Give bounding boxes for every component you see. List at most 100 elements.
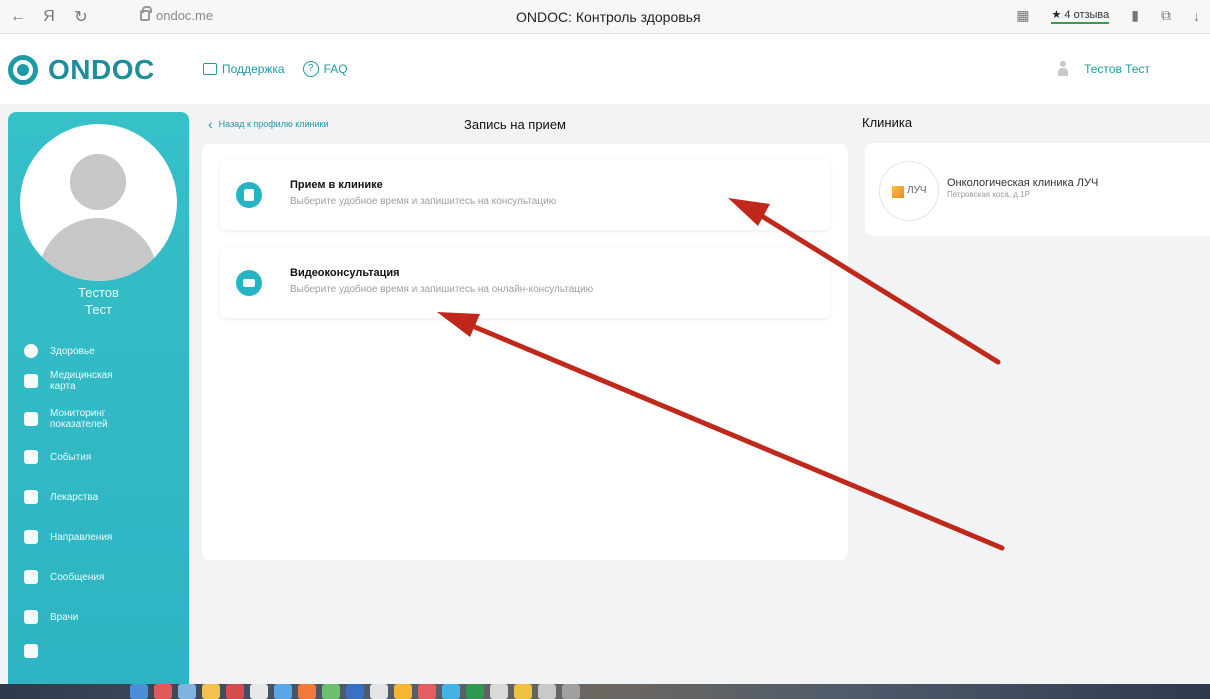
tab-title: ONDOC: Контроль здоровья bbox=[516, 9, 701, 25]
page-title: Запись на прием bbox=[464, 117, 566, 132]
reviews-badge[interactable]: ★ 4 отзыва bbox=[1051, 8, 1110, 24]
sidebar-item-referrals[interactable]: Направления bbox=[24, 530, 174, 544]
profile-first-name: Тестов bbox=[78, 285, 119, 300]
dock-app-icon[interactable] bbox=[514, 684, 532, 699]
browser-toolbar: ← Я ↻ ondoc.me ONDOC: Контроль здоровья … bbox=[0, 0, 1210, 34]
support-link[interactable]: Поддержка bbox=[203, 61, 285, 77]
yandex-icon[interactable]: Я bbox=[42, 8, 56, 26]
dock-app-icon[interactable] bbox=[298, 684, 316, 699]
macos-dock bbox=[0, 684, 1210, 699]
download-icon[interactable]: ↓ bbox=[1193, 8, 1200, 24]
reviews-label: 4 отзыва bbox=[1064, 8, 1110, 21]
dock-app-icon[interactable] bbox=[370, 684, 388, 699]
option-video-consultation[interactable]: Видеоконсультация Выберите удобное время… bbox=[220, 248, 830, 318]
avatar-head-shape bbox=[70, 154, 126, 210]
dock-app-icon[interactable] bbox=[274, 684, 292, 699]
avatar-body-shape bbox=[38, 218, 158, 281]
calendar-icon bbox=[24, 450, 38, 464]
faq-label: FAQ bbox=[323, 62, 348, 76]
dock-app-icon[interactable] bbox=[250, 684, 268, 699]
clinic-address: Петровская коса, д.1Р bbox=[947, 190, 1030, 199]
clinic-card[interactable]: ЛУЧ Онкологическая клиника ЛУЧ Петровска… bbox=[865, 143, 1210, 236]
main-content: ‹ Назад к профилю клиники Запись на прие… bbox=[198, 112, 850, 560]
star-icon: ★ bbox=[1051, 8, 1062, 21]
referral-icon bbox=[24, 530, 38, 544]
sidebar: Тестов Тест Здоровье Медицинская карта М… bbox=[8, 112, 189, 687]
reload-icon[interactable]: ↻ bbox=[74, 7, 88, 27]
dock-app-icon[interactable] bbox=[394, 684, 412, 699]
sidebar-item-label: Лекарства bbox=[50, 491, 99, 503]
dock-app-icon[interactable] bbox=[538, 684, 556, 699]
translate-icon[interactable]: ▦ bbox=[1016, 7, 1029, 24]
heart-icon bbox=[24, 344, 38, 358]
dock-app-icon[interactable] bbox=[418, 684, 436, 699]
messages-icon bbox=[24, 570, 38, 584]
dock-app-icon[interactable] bbox=[490, 684, 508, 699]
clinic-section-title: Клиника bbox=[862, 115, 913, 130]
dock-app-icon[interactable] bbox=[346, 684, 364, 699]
dock-app-icon[interactable] bbox=[130, 684, 148, 699]
address-bar[interactable]: ondoc.me bbox=[140, 6, 214, 23]
back-link-label: Назад к профилю клиники bbox=[218, 119, 329, 129]
sidebar-item-label: Сообщения bbox=[50, 571, 105, 583]
doctors-icon bbox=[24, 610, 38, 624]
dock-app-icon[interactable] bbox=[178, 684, 196, 699]
hospital-icon bbox=[236, 182, 262, 208]
user-name: Тестов Тест bbox=[1084, 62, 1150, 76]
sidebar-item-label: Направления bbox=[50, 531, 113, 543]
option-subtitle: Выберите удобное время и запишитесь на о… bbox=[290, 284, 594, 295]
pills-icon bbox=[24, 490, 38, 504]
dock-app-icon[interactable] bbox=[202, 684, 220, 699]
user-menu[interactable]: Тестов Тест bbox=[1058, 61, 1150, 77]
back-icon[interactable]: ← bbox=[10, 8, 26, 26]
sidebar-item-label: События bbox=[50, 451, 92, 463]
medical-card-icon bbox=[24, 374, 38, 388]
dock-app-icon[interactable] bbox=[466, 684, 484, 699]
sidebar-item-doctors[interactable]: Врачи bbox=[24, 610, 174, 624]
sidebar-item-health[interactable]: Здоровье bbox=[24, 344, 174, 358]
dock-app-icon[interactable] bbox=[226, 684, 244, 699]
support-icon bbox=[203, 63, 217, 75]
sidebar-item-medical-card[interactable]: Медицинская карта bbox=[24, 370, 174, 392]
logo-icon bbox=[8, 55, 38, 85]
dock-app-icon[interactable] bbox=[562, 684, 580, 699]
sidebar-item-label: Врачи bbox=[50, 611, 79, 623]
app-header: ONDOC Поддержка ? FAQ Тестов Тест bbox=[0, 34, 1210, 104]
option-title: Прием в клинике bbox=[290, 179, 383, 191]
faq-icon: ? bbox=[302, 61, 319, 77]
option-subtitle: Выберите удобное время и запишитесь на к… bbox=[290, 196, 557, 207]
option-clinic-visit[interactable]: Прием в клинике Выберите удобное время и… bbox=[220, 160, 830, 230]
clinic-logo-text: ЛУЧ bbox=[907, 185, 927, 196]
user-avatar-icon bbox=[1058, 61, 1069, 77]
extensions-icon[interactable]: ⧉ bbox=[1161, 7, 1171, 24]
dock-app-icon[interactable] bbox=[442, 684, 460, 699]
sidebar-item-label: Мониторинг показателей bbox=[50, 408, 108, 430]
logo-text: ONDOC bbox=[48, 54, 155, 85]
sidebar-item-partial[interactable] bbox=[24, 644, 174, 658]
dock-app-icon[interactable] bbox=[322, 684, 340, 699]
logo[interactable]: ONDOC bbox=[8, 54, 155, 86]
option-title: Видеоконсультация bbox=[290, 267, 400, 279]
lock-icon bbox=[140, 6, 152, 21]
sidebar-item-events[interactable]: События bbox=[24, 450, 174, 464]
profile-last-name: Тест bbox=[85, 302, 112, 317]
dock-app-icon[interactable] bbox=[154, 684, 172, 699]
faq-link[interactable]: ? FAQ bbox=[302, 61, 348, 77]
appointment-panel: Прием в клинике Выберите удобное время и… bbox=[202, 144, 848, 560]
video-icon bbox=[236, 270, 262, 296]
sidebar-item-messages[interactable]: Сообщения bbox=[24, 570, 174, 584]
sidebar-item-medicines[interactable]: Лекарства bbox=[24, 490, 174, 504]
clinic-logo-mark bbox=[892, 186, 904, 198]
clinic-name: Онкологическая клиника ЛУЧ bbox=[947, 177, 1099, 189]
profile-avatar[interactable] bbox=[20, 124, 177, 281]
chevron-left-icon: ‹ bbox=[208, 116, 213, 132]
support-label: Поддержка bbox=[222, 62, 285, 76]
sidebar-item-monitoring[interactable]: Мониторинг показателей bbox=[24, 408, 174, 430]
more-icon bbox=[24, 644, 38, 658]
back-to-clinic-link[interactable]: ‹ Назад к профилю клиники bbox=[208, 116, 329, 132]
monitoring-icon bbox=[24, 412, 38, 426]
bookmark-icon[interactable]: ▮ bbox=[1131, 7, 1139, 24]
clinic-logo: ЛУЧ bbox=[879, 161, 939, 221]
url-text: ondoc.me bbox=[156, 8, 214, 23]
sidebar-item-label: Здоровье bbox=[50, 345, 95, 357]
